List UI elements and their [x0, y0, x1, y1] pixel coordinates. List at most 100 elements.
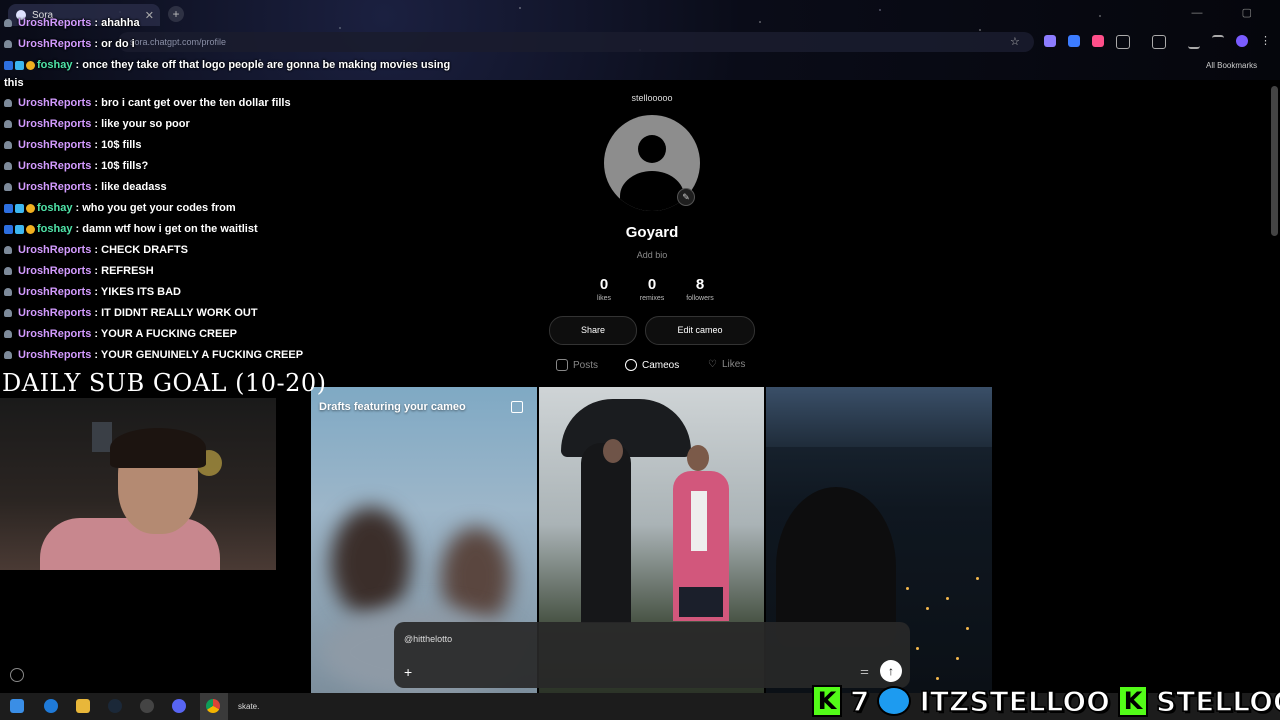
- chat-message: UroshReports : YOUR A FUCKING CREEP: [4, 328, 237, 340]
- webcam-feed: [0, 398, 276, 570]
- chat-text: : once they take off that logo people ar…: [75, 59, 451, 71]
- add-attachment-button[interactable]: +: [404, 664, 412, 680]
- white-shirt-shape: [691, 491, 707, 551]
- user-badge-icon: [4, 19, 12, 28]
- address-bar[interactable]: [118, 32, 1034, 52]
- twitter-bird-icon: [877, 686, 912, 716]
- chat-text: : YOUR GENUINELY A FUCKING CREEP: [94, 349, 304, 361]
- edit-avatar-pencil-icon[interactable]: ✎: [677, 188, 695, 206]
- avatar-head-shape: [638, 135, 666, 163]
- sub-badge-icon: [4, 60, 13, 70]
- jeans-shape: [679, 587, 723, 617]
- chat-username: UroshReports: [18, 286, 92, 298]
- background-lamp-shape: [92, 422, 112, 452]
- chat-message: UroshReports : ahahha: [4, 17, 140, 29]
- chat-text: : YIKES ITS BAD: [94, 286, 181, 298]
- chat-message: foshay : damn wtf how i get on the waitl…: [4, 223, 258, 235]
- download-icon[interactable]: [1188, 35, 1200, 49]
- tab-cameos[interactable]: Cameos: [625, 359, 679, 371]
- chat-username: foshay: [37, 223, 73, 235]
- extension-icon[interactable]: [1068, 35, 1080, 47]
- tab-label: Posts: [573, 359, 599, 371]
- chrome-icon[interactable]: [206, 699, 220, 713]
- settings-sliders-icon[interactable]: ⚌: [860, 666, 869, 677]
- user-badge-icon: [4, 40, 12, 49]
- stat-value: 8: [695, 276, 705, 293]
- chat-text: : CHECK DRAFTS: [94, 244, 188, 256]
- heart-icon: ♡: [708, 359, 717, 370]
- window-controls[interactable]: — ▢: [1192, 6, 1270, 19]
- chat-message-continuation: this: [4, 77, 24, 89]
- chat-message: foshay : once they take off that logo pe…: [4, 59, 450, 71]
- cameo-face-icon: [625, 359, 637, 371]
- windows-start-icon[interactable]: [10, 699, 24, 713]
- social-banner: K 7 ITZSTELLOO K STELLOOO: [812, 684, 1280, 718]
- prompt-mention-tag[interactable]: @hitthelotto: [404, 634, 452, 644]
- menu-kebab-icon[interactable]: ⋮: [1260, 35, 1272, 47]
- chat-username: foshay: [37, 59, 73, 71]
- history-icon[interactable]: [10, 668, 24, 682]
- chat-text: : like deadass: [94, 181, 167, 193]
- new-tab-button[interactable]: +: [168, 6, 184, 22]
- twitter-handle: ITZSTELLOO: [919, 684, 1111, 719]
- bookmark-star-icon[interactable]: ☆: [1010, 35, 1020, 48]
- stat-followers[interactable]: 8 followers: [670, 276, 730, 302]
- kick-handle: STELLOOO: [1155, 684, 1280, 719]
- gift-badge-icon: [15, 60, 24, 70]
- sub-badge-icon: [4, 224, 13, 234]
- user-badge-icon: [4, 99, 12, 108]
- discord-icon[interactable]: [172, 699, 186, 713]
- chat-message: UroshReports : 10$ fills: [4, 139, 141, 151]
- user-badge-icon: [4, 351, 12, 360]
- streamer-hair-shape: [110, 428, 206, 468]
- man-in-suit-shape: [581, 443, 631, 623]
- chat-message: UroshReports : IT DIDNT REALLY WORK OUT: [4, 307, 258, 319]
- city-light: [966, 627, 969, 630]
- gift-badge-icon: [15, 224, 24, 234]
- extension-icon[interactable]: [1092, 35, 1104, 47]
- chat-text: : IT DIDNT REALLY WORK OUT: [94, 307, 258, 319]
- steam-icon[interactable]: [108, 699, 122, 713]
- chat-username: UroshReports: [18, 349, 92, 361]
- tab-likes[interactable]: ♡ Likes: [708, 359, 745, 370]
- chat-message: UroshReports : CHECK DRAFTS: [4, 244, 188, 256]
- chat-message: UroshReports : YIKES ITS BAD: [4, 286, 181, 298]
- city-light: [906, 587, 909, 590]
- daily-sub-goal: DAILY SUB GOAL (10-20): [2, 369, 327, 397]
- tab-close-icon[interactable]: ✕: [145, 9, 154, 22]
- tab-label: Cameos: [642, 359, 680, 371]
- chat-username: UroshReports: [18, 160, 92, 172]
- extensions-puzzle-icon[interactable]: [1116, 35, 1130, 49]
- edge-browser-icon[interactable]: [44, 699, 58, 713]
- city-light: [936, 677, 939, 680]
- coin-badge-icon: [26, 224, 35, 234]
- sidebar-icon[interactable]: [1152, 35, 1166, 49]
- extension-icon[interactable]: [1044, 35, 1056, 47]
- tab-posts[interactable]: Posts: [556, 359, 598, 371]
- chat-username: UroshReports: [18, 17, 92, 29]
- prompt-composer[interactable]: @hitthelotto + ⚌ ↑: [394, 622, 910, 688]
- head-shape: [603, 439, 623, 463]
- user-badge-icon: [4, 330, 12, 339]
- obs-icon[interactable]: [140, 699, 154, 713]
- chat-username: UroshReports: [18, 265, 92, 277]
- chat-message: UroshReports : REFRESH: [4, 265, 154, 277]
- tab-label: Likes: [721, 359, 746, 370]
- file-explorer-icon[interactable]: [76, 699, 90, 713]
- user-badge-icon: [4, 309, 12, 318]
- profile-avatar-icon[interactable]: [1236, 35, 1248, 47]
- all-bookmarks-link[interactable]: All Bookmarks: [1206, 61, 1257, 70]
- send-button[interactable]: ↑: [880, 660, 902, 682]
- taskbar-app-label[interactable]: skate.: [238, 702, 259, 711]
- page-scrollbar[interactable]: [1271, 86, 1278, 236]
- user-badge-icon: [4, 246, 12, 255]
- edit-cameo-button[interactable]: Edit cameo: [645, 316, 755, 345]
- add-bio-link[interactable]: Add bio: [637, 250, 668, 260]
- share-button[interactable]: Share: [549, 316, 637, 345]
- queue-icon[interactable]: [1212, 35, 1224, 49]
- city-light: [926, 607, 929, 610]
- city-light: [976, 577, 979, 580]
- address-url[interactable]: sora.chatgpt.com/profile: [130, 37, 226, 47]
- user-badge-icon: [4, 141, 12, 150]
- avatar-body-shape: [620, 171, 684, 211]
